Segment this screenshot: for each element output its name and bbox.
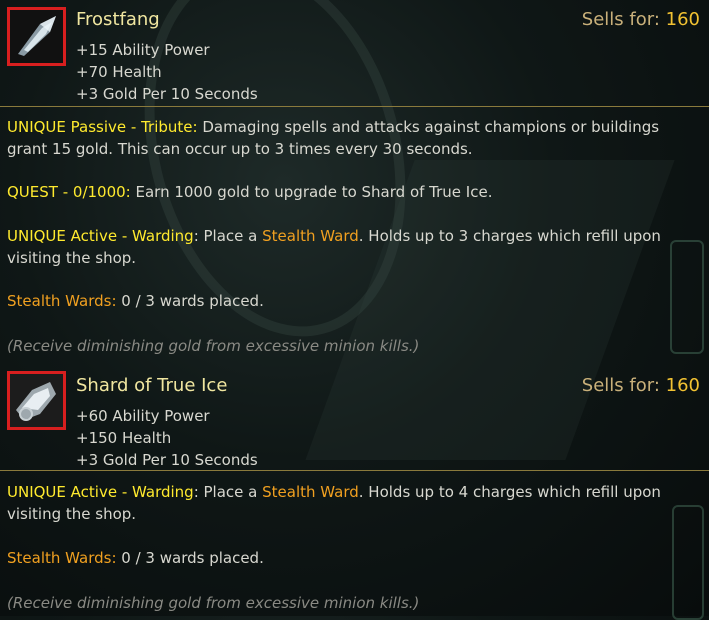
wards-label: Stealth Wards:: [7, 292, 117, 310]
minion-note: (Receive diminishing gold from excessive…: [7, 594, 420, 612]
crystal-blade-icon: [10, 10, 63, 63]
item-stats: +15 Ability Power +70 Health +3 Gold Per…: [76, 39, 258, 105]
sell-price: Sells for: 160: [582, 375, 700, 396]
item-stats: +60 Ability Power +150 Health +3 Gold Pe…: [76, 405, 258, 471]
divider: [0, 106, 709, 107]
stealth-ward-link: Stealth Ward: [262, 227, 359, 245]
active-label: UNIQUE Active - Warding: [7, 227, 194, 245]
active-text: : Place a: [193, 483, 263, 501]
shard-of-true-ice-item-icon[interactable]: [7, 371, 66, 430]
passive-label: UNIQUE Passive - Tribute:: [7, 118, 198, 136]
wards-label: Stealth Wards:: [7, 549, 117, 567]
sells-label: Sells for:: [581, 375, 660, 396]
minion-note: (Receive diminishing gold from excessive…: [7, 337, 420, 355]
frostfang-item-icon[interactable]: [7, 7, 66, 66]
quest: QUEST - 0/1000: Earn 1000 gold to upgrad…: [7, 181, 703, 203]
ice-shard-icon: [10, 374, 63, 427]
sells-label: Sells for:: [581, 9, 660, 30]
stealth-wards: Stealth Wards: 0 / 3 wards placed.: [7, 547, 703, 569]
stat-line: +3 Gold Per 10 Seconds: [76, 85, 258, 103]
stat-line: +3 Gold Per 10 Seconds: [76, 451, 258, 469]
stealth-ward-link: Stealth Ward: [262, 483, 359, 501]
active-label: UNIQUE Active - Warding: [7, 483, 194, 501]
quest-text: Earn 1000 gold to upgrade to Shard of Tr…: [130, 183, 493, 201]
sell-price: Sells for: 160: [582, 9, 700, 30]
item-name: Frostfang: [76, 9, 160, 30]
stat-line: +70 Health: [76, 63, 162, 81]
item-name: Shard of True Ice: [76, 375, 228, 396]
divider: [0, 470, 709, 471]
stealth-wards: Stealth Wards: 0 / 3 wards placed.: [7, 290, 703, 312]
wards-text: 0 / 3 wards placed.: [116, 549, 264, 567]
wards-text: 0 / 3 wards placed.: [116, 292, 264, 310]
active-text: : Place a: [193, 227, 263, 245]
sells-price: 160: [665, 9, 700, 30]
sells-price: 160: [665, 375, 700, 396]
stat-line: +60 Ability Power: [76, 407, 210, 425]
quest-label: QUEST - 0/1000:: [7, 183, 131, 201]
stat-line: +150 Health: [76, 429, 172, 447]
passive-tribute: UNIQUE Passive - Tribute: Damaging spell…: [7, 116, 703, 160]
active-warding: UNIQUE Active - Warding: Place a Stealth…: [7, 481, 703, 525]
active-warding: UNIQUE Active - Warding: Place a Stealth…: [7, 225, 703, 269]
stat-line: +15 Ability Power: [76, 41, 210, 59]
